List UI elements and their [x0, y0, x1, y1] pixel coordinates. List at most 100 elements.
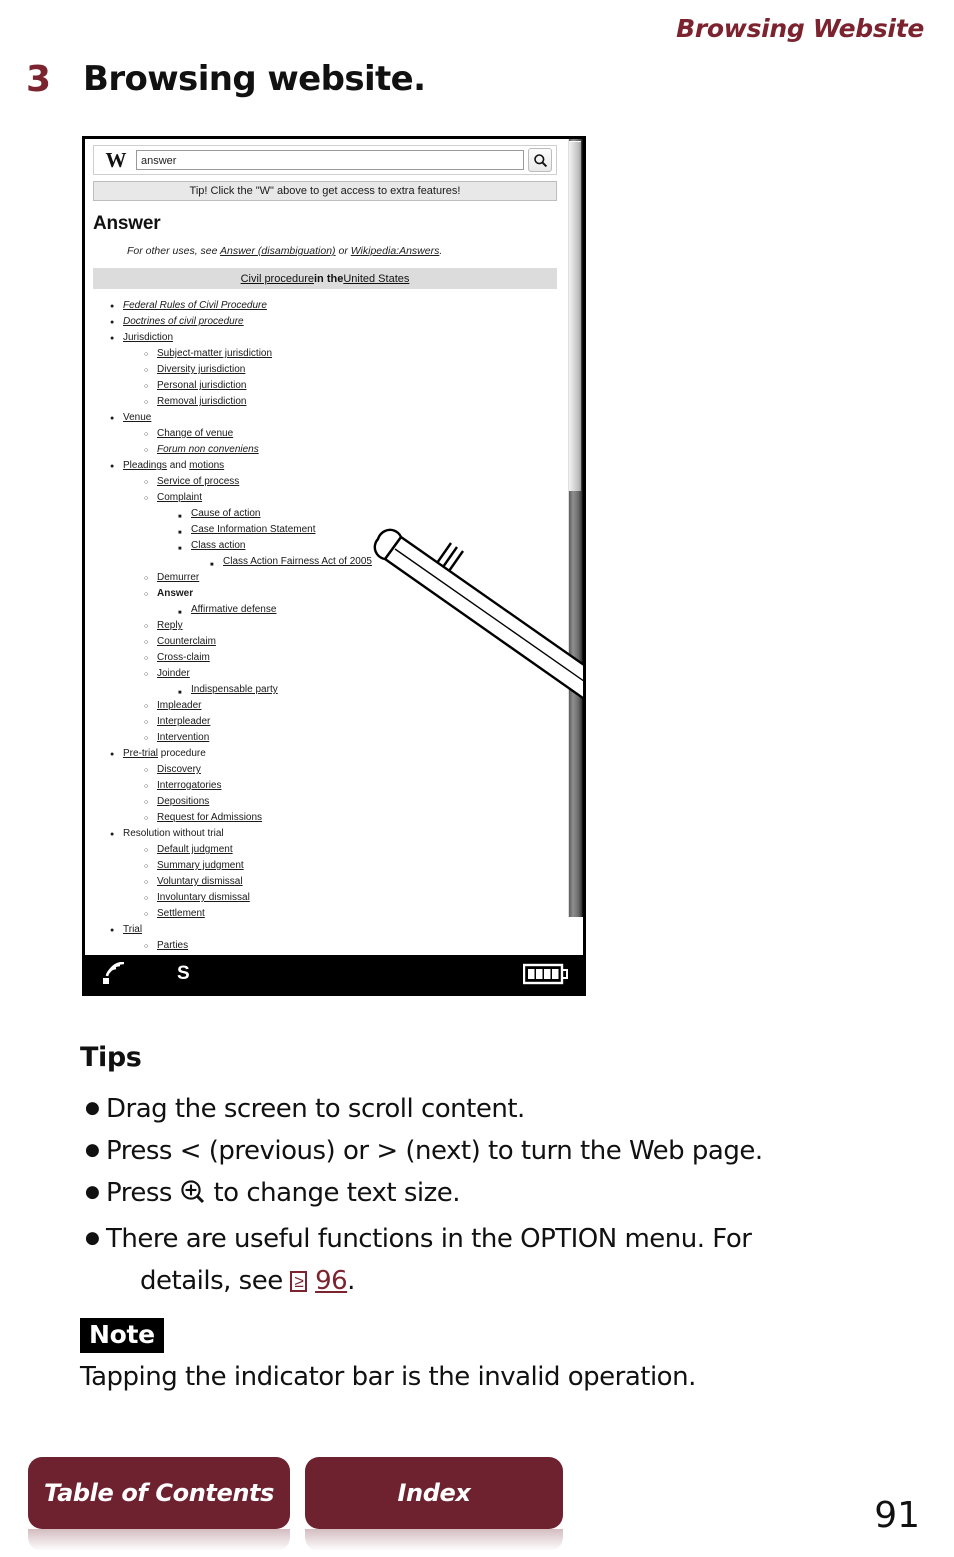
outline-item[interactable]: ● Venue	[93, 410, 557, 426]
outline-item[interactable]: ○ Settlement	[93, 906, 557, 922]
outline-item[interactable]: ○ Summary judgment	[93, 858, 557, 874]
outline-item-label[interactable]: Complaint	[157, 492, 202, 503]
outline-item-label[interactable]: Subject-matter jurisdiction	[157, 348, 272, 359]
outline-item[interactable]: ● Doctrines of civil procedure	[93, 314, 557, 330]
outline-item-label[interactable]: Cross-claim	[157, 652, 210, 663]
outline-item[interactable]: ● Pre-trial procedure	[93, 746, 557, 762]
outline-item-label[interactable]: Change of venue	[157, 428, 233, 439]
outline-item[interactable]: ○ Complaint	[93, 490, 557, 506]
infobox-link-1[interactable]: Civil procedure	[241, 273, 314, 285]
outline-item-label[interactable]: Class action	[191, 540, 245, 551]
outline-item-label[interactable]: Answer	[157, 588, 193, 599]
search-input[interactable]: answer	[136, 150, 524, 170]
outline-item[interactable]: ○ Counterclaim	[93, 634, 557, 650]
outline-item[interactable]: ○ Joinder	[93, 666, 557, 682]
outline-item-label[interactable]: Trial	[123, 924, 142, 935]
outline-item[interactable]: ● Jurisdiction	[93, 330, 557, 346]
outline-item[interactable]: ○ Demurrer	[93, 570, 557, 586]
outline-item-label[interactable]: Class Action Fairness Act of 2005	[223, 556, 372, 567]
outline-item-label[interactable]: Federal Rules of Civil Procedure	[123, 300, 267, 311]
outline-item-word[interactable]: Pleadings	[123, 460, 167, 471]
outline-item[interactable]: ■ Cause of action	[93, 506, 557, 522]
outline-item-label[interactable]: Removal jurisdiction	[157, 396, 246, 407]
outline-item[interactable]: ● Federal Rules of Civil Procedure	[93, 298, 557, 314]
outline-item[interactable]: ○ Removal jurisdiction	[93, 394, 557, 410]
outline-item-label[interactable]: Jurisdiction	[123, 332, 173, 343]
outline-item[interactable]: ○ Service of process	[93, 474, 557, 490]
outline-item[interactable]: ■ Class action	[93, 538, 557, 554]
outline-item-label[interactable]: Voluntary dismissal	[157, 876, 243, 887]
outline-item[interactable]: ○ Intervention	[93, 730, 557, 746]
outline-item[interactable]: ○ Cross-claim	[93, 650, 557, 666]
outline-item-label[interactable]: Pleadings and motions	[123, 460, 224, 471]
table-of-contents-button[interactable]: Table of Contents	[28, 1457, 290, 1551]
search-button[interactable]	[528, 148, 552, 172]
outline-item[interactable]: ○ Parties	[93, 938, 557, 954]
outline-item[interactable]: ● Resolution without trial	[93, 826, 557, 842]
outline-item-label[interactable]: Summary judgment	[157, 860, 244, 871]
outline-item-label[interactable]: Discovery	[157, 764, 201, 775]
outline-item-label[interactable]: Resolution without trial	[123, 828, 224, 839]
outline-item-label[interactable]: Default judgment	[157, 844, 233, 855]
outline-item[interactable]: ■ Affirmative defense	[93, 602, 557, 618]
outline-item[interactable]: ○ Impleader	[93, 698, 557, 714]
outline-item[interactable]: ○ Subject-matter jurisdiction	[93, 346, 557, 362]
outline-item-label[interactable]: Demurrer	[157, 572, 199, 583]
page-reference-link[interactable]: 96	[315, 1266, 348, 1296]
outline-item[interactable]: ■ Indispensable party	[93, 682, 557, 698]
disambig-link-1[interactable]: Answer (disambiguation)	[220, 245, 336, 257]
outline-item[interactable]: ● Pleadings and motions	[93, 458, 557, 474]
outline-item[interactable]: ○ Interrogatories	[93, 778, 557, 794]
outline-item[interactable]: ○ Diversity jurisdiction	[93, 362, 557, 378]
tip-bar[interactable]: Tip! Click the "W" above to get access t…	[93, 181, 557, 201]
index-button[interactable]: Index	[305, 1457, 563, 1551]
outline-item-label[interactable]: Joinder	[157, 668, 190, 679]
outline-item-label[interactable]: Settlement	[157, 908, 205, 919]
outline-item-label[interactable]: Forum non conveniens	[157, 444, 259, 455]
outline-item-label[interactable]: Request for Admissions	[157, 812, 262, 823]
outline-item[interactable]: ○ Request for Admissions	[93, 810, 557, 826]
outline-item-label[interactable]: Reply	[157, 620, 183, 631]
outline-item-label[interactable]: Case Information Statement	[191, 524, 316, 535]
page-reference-icon[interactable]: ≥	[290, 1271, 308, 1292]
vertical-scrollbar[interactable]	[565, 139, 583, 917]
outline-item-label[interactable]: Involuntary dismissal	[157, 892, 250, 903]
outline-item-label[interactable]: Affirmative defense	[191, 604, 276, 615]
outline-item-label[interactable]: Service of process	[157, 476, 239, 487]
outline-item-label[interactable]: Interrogatories	[157, 780, 221, 791]
outline-item-word[interactable]: Pre-trial	[123, 748, 158, 759]
outline-item[interactable]: ○ Involuntary dismissal	[93, 890, 557, 906]
outline-item-label[interactable]: Pre-trial procedure	[123, 748, 206, 759]
outline-item-label[interactable]: Depositions	[157, 796, 209, 807]
outline-item[interactable]: ● Trial	[93, 922, 557, 938]
outline-item-label[interactable]: Doctrines of civil procedure	[123, 316, 244, 327]
outline-item[interactable]: ○ Forum non conveniens	[93, 442, 557, 458]
outline-item[interactable]: ○ Default judgment	[93, 842, 557, 858]
disambig-link-2[interactable]: Wikipedia:Answers	[351, 245, 440, 257]
scrollbar-thumb[interactable]	[569, 141, 581, 491]
outline-item-label[interactable]: Cause of action	[191, 508, 261, 519]
outline-item-label[interactable]: Parties	[157, 940, 188, 951]
outline-item-label[interactable]: Indispensable party	[191, 684, 278, 695]
outline-item[interactable]: ■ Class Action Fairness Act of 2005	[93, 554, 557, 570]
outline-item-word[interactable]: procedure	[161, 748, 206, 759]
outline-item[interactable]: ○ Answer	[93, 586, 557, 602]
outline-item[interactable]: ○ Personal jurisdiction	[93, 378, 557, 394]
infobox-link-2[interactable]: United States	[343, 273, 409, 285]
outline-item[interactable]: ○ Voluntary dismissal	[93, 874, 557, 890]
outline-item[interactable]: ○ Reply	[93, 618, 557, 634]
outline-item[interactable]: ■ Case Information Statement	[93, 522, 557, 538]
outline-item-label[interactable]: Personal jurisdiction	[157, 380, 247, 391]
outline-item-word[interactable]: and	[170, 460, 187, 471]
outline-item-label[interactable]: Counterclaim	[157, 636, 216, 647]
outline-item-label[interactable]: Interpleader	[157, 716, 210, 727]
outline-item-word[interactable]: motions	[189, 460, 224, 471]
outline-item-label[interactable]: Diversity jurisdiction	[157, 364, 245, 375]
outline-item[interactable]: ○ Interpleader	[93, 714, 557, 730]
outline-item-label[interactable]: Intervention	[157, 732, 209, 743]
outline-item-label[interactable]: Impleader	[157, 700, 201, 711]
outline-item-label[interactable]: Venue	[123, 412, 151, 423]
wikipedia-w-logo[interactable]: W	[98, 149, 134, 171]
outline-item[interactable]: ○ Depositions	[93, 794, 557, 810]
outline-item[interactable]: ○ Change of venue	[93, 426, 557, 442]
